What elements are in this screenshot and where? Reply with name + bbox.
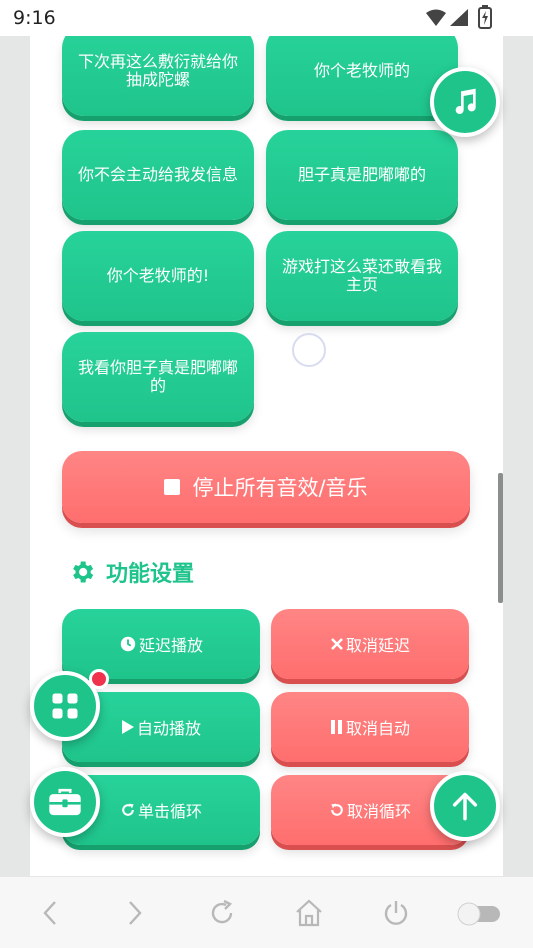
arrow-up-icon (452, 792, 478, 821)
notification-badge (89, 669, 109, 689)
sound-button[interactable]: 下次再这么敷衍就给你抽成陀螺 (62, 36, 254, 116)
sound-button-label: 你不会主动给我发信息 (77, 165, 238, 184)
sound-button[interactable]: 胆子真是肥嘟嘟的 (266, 130, 458, 220)
music-fab[interactable] (430, 67, 500, 137)
sound-button-label: 我看你胆子真是肥嘟嘟的 (77, 358, 238, 395)
stop-all-label: 停止所有音效/音乐 (192, 476, 368, 500)
cancel-auto-label: 取消自动 (345, 719, 410, 738)
sound-button-label: 游戏打这么菜还敢看我主页 (281, 257, 442, 294)
battery-icon (478, 5, 492, 29)
left-margin (0, 36, 30, 876)
forward-button[interactable] (117, 895, 153, 931)
click-loop-label: 单击循环 (137, 802, 202, 821)
loading-spinner (292, 333, 326, 367)
power-button[interactable] (378, 895, 414, 931)
main-content[interactable]: 下次再这么敷衍就给你抽成陀螺 你个老牧师的 你不会主动给我发信息 胆子真是肥嘟嘟… (30, 36, 503, 876)
stop-all-button[interactable]: 停止所有音效/音乐 (62, 451, 470, 523)
sound-button[interactable]: 游戏打这么菜还敢看我主页 (266, 231, 458, 321)
settings-title: 功能设置 (106, 562, 195, 587)
settings-section-title: 功能设置 (68, 556, 194, 588)
sound-button[interactable]: 我看你胆子真是肥嘟嘟的 (62, 332, 254, 422)
refresh-icon (211, 899, 233, 924)
play-icon (121, 720, 134, 734)
tools-fab[interactable] (30, 767, 100, 837)
toggle-icon (457, 902, 500, 926)
power-icon (384, 901, 408, 925)
toggle-switch[interactable] (455, 895, 503, 931)
undo-icon (331, 803, 343, 816)
wifi-signal-icon (426, 9, 468, 26)
cancel-auto-button[interactable]: 取消自动 (271, 692, 469, 762)
gear-icon (73, 561, 94, 583)
sound-button-label: 胆子真是肥嘟嘟的 (297, 165, 426, 184)
stop-icon (164, 479, 181, 495)
sound-button-label: 你个老牧师的! (106, 266, 210, 285)
scrollbar-thumb[interactable] (498, 473, 503, 603)
pause-icon (330, 720, 342, 734)
redo-icon (122, 803, 134, 816)
home-icon (296, 899, 322, 927)
close-icon (331, 638, 343, 650)
sound-button[interactable]: 你不会主动给我发信息 (62, 130, 254, 220)
right-margin (503, 36, 533, 876)
clock-icon (120, 636, 136, 652)
back-button[interactable] (32, 895, 68, 931)
music-note-icon (455, 88, 476, 115)
chevron-right-icon (129, 901, 142, 925)
scroll-top-fab[interactable] (430, 771, 500, 841)
status-bar: 9:16 (0, 0, 533, 36)
status-time: 9:16 (13, 7, 56, 29)
sound-button-label: 你个老牧师的 (313, 61, 410, 80)
delay-play-button[interactable]: 延迟播放 (62, 609, 260, 679)
reload-button[interactable] (204, 895, 240, 931)
sound-button[interactable]: 你个老牧师的! (62, 231, 254, 321)
bottom-nav-bar (0, 876, 533, 948)
toolbox-icon (49, 788, 81, 816)
auto-play-label: 自动播放 (136, 719, 201, 738)
cancel-delay-button[interactable]: 取消延迟 (271, 609, 469, 679)
delay-play-label: 延迟播放 (138, 636, 203, 655)
home-button[interactable] (291, 895, 327, 931)
chevron-left-icon (43, 901, 56, 925)
cancel-delay-label: 取消延迟 (345, 636, 410, 655)
cancel-loop-label: 取消循环 (346, 802, 411, 821)
sound-button-label: 下次再这么敷衍就给你抽成陀螺 (77, 52, 238, 89)
grid-icon (52, 693, 78, 719)
